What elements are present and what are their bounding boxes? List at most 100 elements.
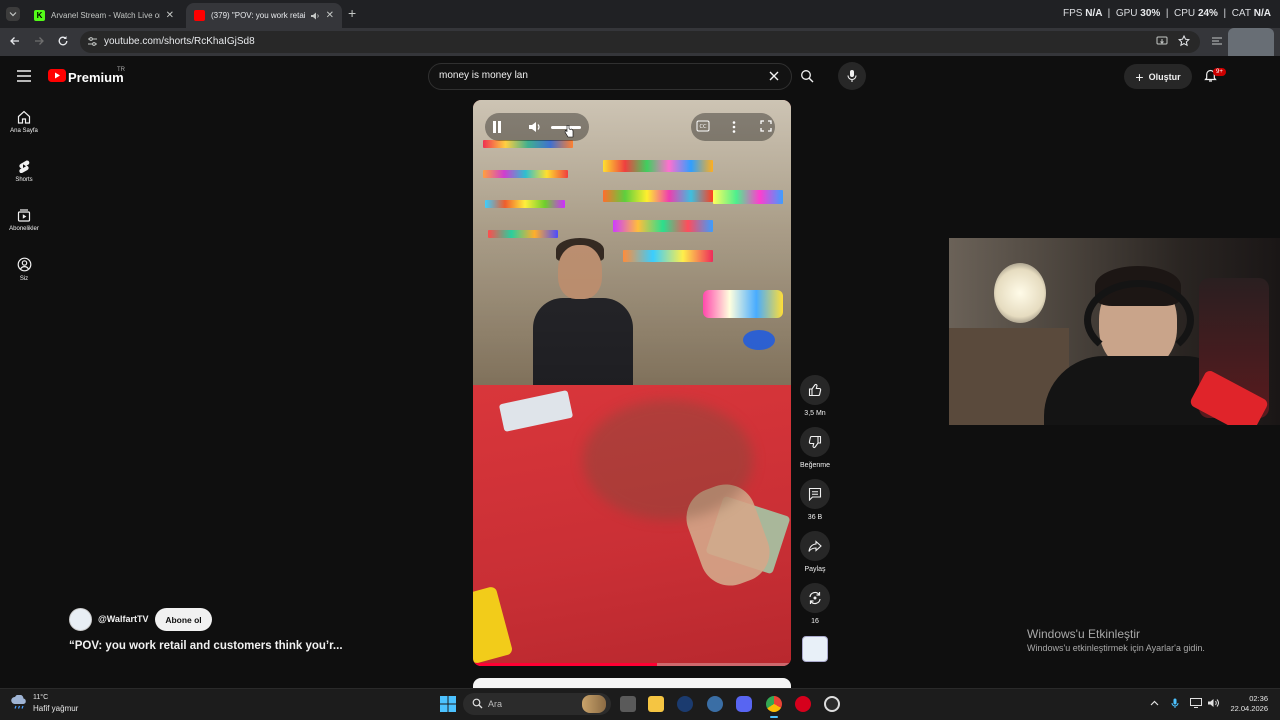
create-label: Oluştur (1148, 71, 1181, 82)
comments-action[interactable]: 36 B (797, 479, 833, 521)
tab-audio-icon[interactable] (310, 11, 320, 21)
install-app-icon[interactable] (1156, 36, 1168, 47)
youtube-logo-icon[interactable] (48, 69, 66, 82)
dislike-action[interactable]: Beğenme (797, 427, 833, 469)
steam-icon[interactable] (677, 696, 693, 712)
clock-time: 02:36 (1249, 694, 1268, 703)
clear-search-icon[interactable] (768, 70, 780, 82)
thumbs-up-icon (808, 383, 822, 397)
create-button[interactable]: + Oluştur (1124, 64, 1192, 89)
forward-icon[interactable] (33, 35, 45, 47)
remix-icon (809, 591, 821, 605)
sound-channel-thumbnail[interactable] (802, 636, 828, 662)
tray-chevron-icon[interactable] (1150, 700, 1159, 706)
remix-button[interactable] (800, 583, 830, 613)
comment-count: 36 B (807, 514, 823, 521)
share-button[interactable] (800, 531, 830, 561)
comments-button[interactable] (800, 479, 830, 509)
comment-icon (808, 487, 822, 501)
clock-date: 22.04.2026 (1230, 704, 1268, 713)
tab-close-icon[interactable]: ✕ (166, 10, 174, 21)
video-glass-reflection (473, 100, 791, 390)
windows-taskbar (0, 688, 1280, 720)
volume-icon (529, 122, 540, 132)
bookmark-star-icon[interactable] (1178, 35, 1190, 47)
tab-title: Arvanel Stream - Watch Live on (51, 11, 160, 20)
discord-icon[interactable] (736, 696, 752, 712)
sidebar-item-subscriptions[interactable]: Abonelikler (0, 208, 48, 232)
chrome-icon[interactable] (766, 696, 782, 712)
browser-tab-kick[interactable]: K Arvanel Stream - Watch Live on ✕ (26, 3, 182, 28)
file-explorer-icon[interactable] (648, 696, 664, 712)
more-vert-icon (732, 121, 736, 133)
tab-search-icon[interactable] (1211, 36, 1223, 46)
weather-temperature: 11°C (33, 694, 49, 701)
sidebar-item-shorts[interactable]: Shorts (0, 159, 48, 183)
windows-activate-subtitle: Windows'u etkinleştirmek için Ayarlar'a … (1027, 643, 1205, 653)
search-icon (801, 70, 814, 83)
like-button[interactable] (800, 375, 830, 405)
voice-search-button[interactable] (838, 62, 866, 90)
tray-display-icon[interactable] (1190, 698, 1202, 708)
windows-start-icon[interactable] (440, 696, 456, 712)
like-count: 3,5 Mn (804, 410, 826, 417)
more-options-button[interactable] (732, 120, 736, 134)
subscribe-button[interactable]: Abone ol (155, 608, 212, 631)
perf-hud: FPS N/A | GPU 30% | CPU 24% | CAT N/A (1063, 8, 1271, 19)
cursor-hand-icon (564, 124, 574, 138)
pause-icon (493, 121, 501, 133)
taskbar-clock[interactable]: 02:36 22.04.2026 (1224, 694, 1268, 714)
channel-avatar[interactable] (69, 608, 92, 631)
url-text[interactable]: youtube.com/shorts/RcKhaIGjSd8 (104, 36, 255, 47)
site-info-icon[interactable] (87, 36, 98, 47)
like-action[interactable]: 3,5 Mn (797, 375, 833, 417)
share-action[interactable]: Paylaş (797, 531, 833, 573)
guide-menu-icon[interactable] (17, 70, 31, 82)
sidebar-item-label: Ana Sayfa (10, 128, 38, 134)
volume-button[interactable] (528, 120, 542, 134)
reload-icon[interactable] (57, 35, 69, 47)
fullscreen-button[interactable] (760, 120, 772, 132)
sidebar-item-label: Shorts (15, 177, 33, 183)
video-progress-bar[interactable] (473, 663, 791, 666)
sidebar-item-home[interactable]: Ana Sayfa (0, 110, 48, 134)
webcam-overlay (949, 238, 1280, 425)
weather-widget[interactable] (10, 695, 28, 709)
pause-button[interactable] (491, 120, 503, 134)
windows-activate-title: Windows'u Etkinleştir (1027, 627, 1140, 641)
channel-name[interactable]: @WalfartTV (98, 614, 148, 624)
dislike-button[interactable] (800, 427, 830, 457)
tray-speaker-icon[interactable] (1207, 698, 1219, 708)
you-icon (17, 257, 31, 272)
opera-icon[interactable] (795, 696, 811, 712)
youtube-logo-text[interactable]: Premium (68, 70, 124, 85)
share-label: Paylaş (804, 566, 826, 573)
shorts-video-player[interactable]: CC (473, 100, 791, 666)
shorts-icon (19, 160, 30, 173)
captions-button[interactable]: CC (696, 120, 710, 132)
fullscreen-icon (760, 120, 772, 132)
thumbs-down-icon (808, 435, 822, 449)
tab-title: (379) "POV: you work retail (211, 11, 306, 20)
plus-icon: + (1135, 68, 1144, 85)
new-tab-button[interactable]: + (348, 5, 356, 21)
youtube-favicon-icon (194, 10, 205, 21)
sidebar-item-label: Abonelikler (9, 226, 39, 232)
search-button[interactable] (792, 63, 822, 90)
notification-badge: 9+ (1213, 68, 1226, 76)
tab-list-button[interactable] (6, 7, 20, 21)
weather-description: Hafif yağmur (33, 704, 79, 713)
obs-icon[interactable] (824, 696, 840, 712)
browser-tab-youtube[interactable]: (379) "POV: you work retail ✕ (186, 3, 342, 28)
search-input[interactable]: money is money lan (439, 70, 528, 81)
sidebar-item-you[interactable]: Siz (0, 257, 48, 282)
back-icon[interactable] (9, 35, 21, 47)
task-view-icon[interactable] (620, 696, 636, 712)
remix-action[interactable]: 16 (797, 583, 833, 625)
taskbar-search-icon (472, 698, 483, 709)
tab-close-icon[interactable]: ✕ (326, 10, 334, 21)
short-title[interactable]: “POV: you work retail and customers thin… (69, 640, 343, 652)
settings-gear-icon[interactable] (707, 696, 723, 712)
tray-microphone-icon[interactable] (1171, 698, 1179, 709)
microphone-icon (847, 70, 857, 82)
